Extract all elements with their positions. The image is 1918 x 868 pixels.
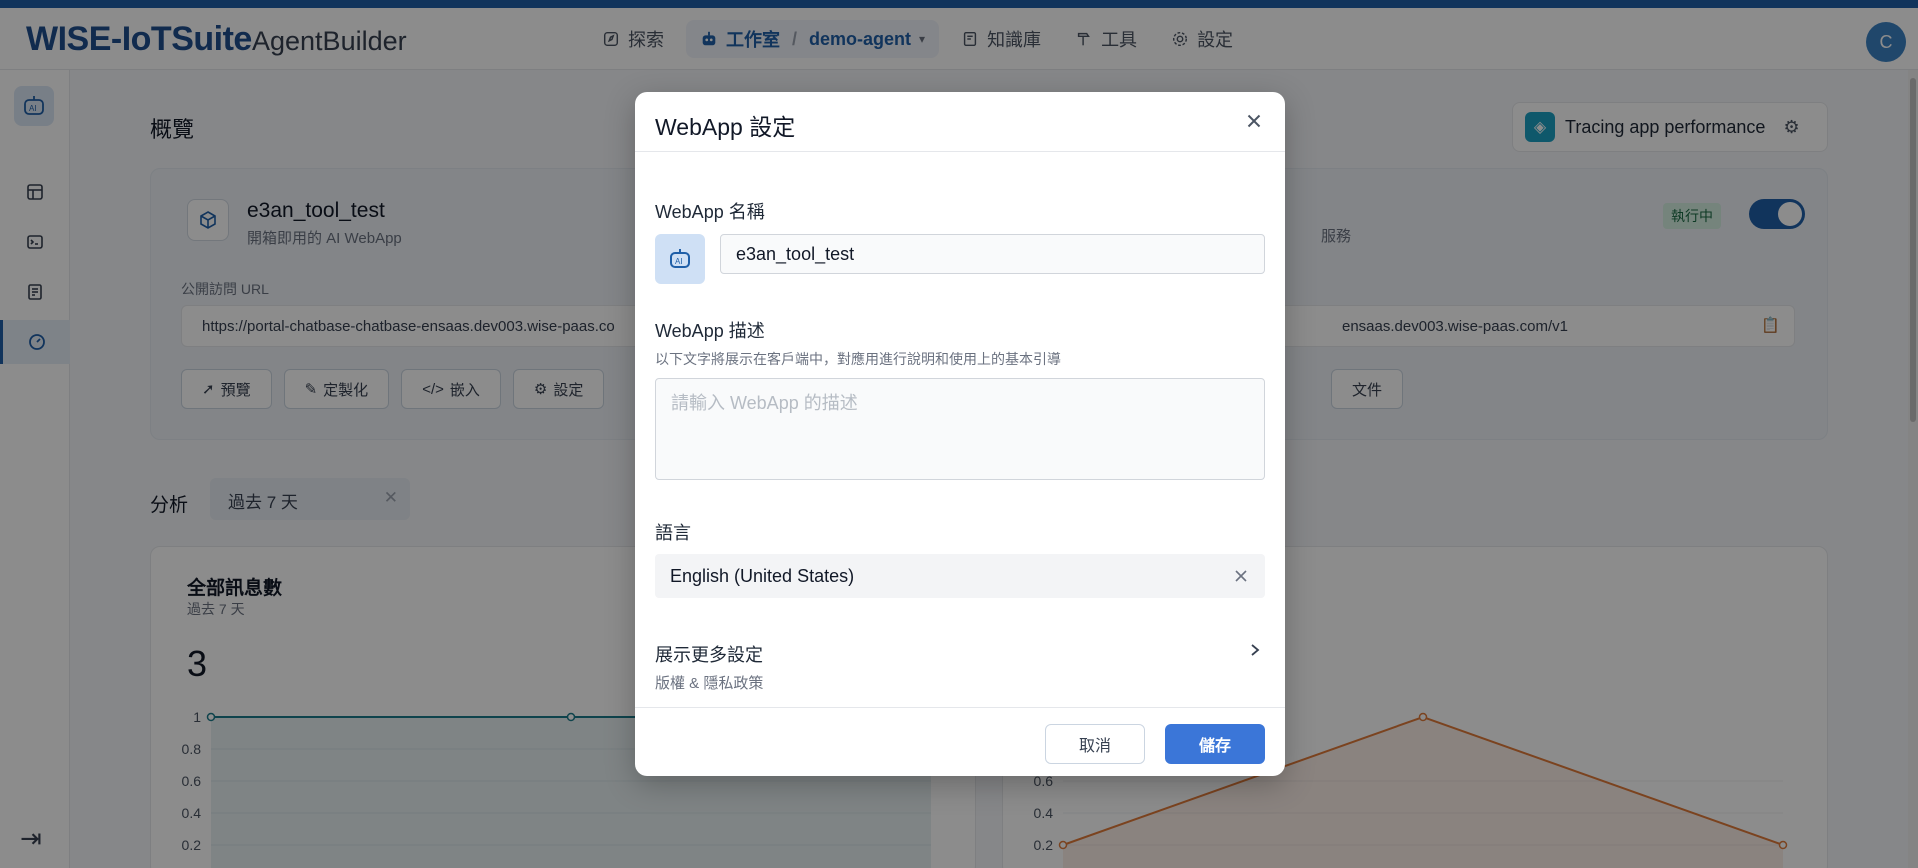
dialog-footer: 取消 儲存 <box>635 707 1285 776</box>
chevron-right-icon[interactable] <box>1247 640 1263 660</box>
webapp-description-input[interactable] <box>655 378 1265 480</box>
webapp-name-input[interactable] <box>720 234 1265 274</box>
more-settings-title[interactable]: 展示更多設定 <box>655 641 763 667</box>
language-select[interactable]: English (United States) <box>655 554 1265 598</box>
save-button[interactable]: 儲存 <box>1165 724 1265 764</box>
svg-text:AI: AI <box>675 257 683 266</box>
name-label: WebApp 名稱 <box>655 202 765 222</box>
close-icon[interactable] <box>1243 110 1265 132</box>
more-settings-subtitle: 版權 & 隱私政策 <box>655 675 764 692</box>
cancel-button[interactable]: 取消 <box>1045 724 1145 764</box>
description-help: 以下文字將展示在客戶端中，對應用進行說明和使用上的基本引導 <box>655 351 1061 367</box>
clear-icon[interactable] <box>1231 566 1251 586</box>
webapp-settings-dialog: WebApp 設定 WebApp 名稱 AI WebApp 描述 以下文字將展示… <box>635 92 1285 776</box>
language-label: 語言 <box>655 523 691 543</box>
description-label: WebApp 描述 <box>655 321 765 341</box>
language-value: English (United States) <box>670 565 855 586</box>
dialog-title: WebApp 設定 <box>655 114 796 140</box>
app-avatar-icon[interactable]: AI <box>655 234 705 284</box>
dialog-header: WebApp 設定 <box>635 92 1285 152</box>
